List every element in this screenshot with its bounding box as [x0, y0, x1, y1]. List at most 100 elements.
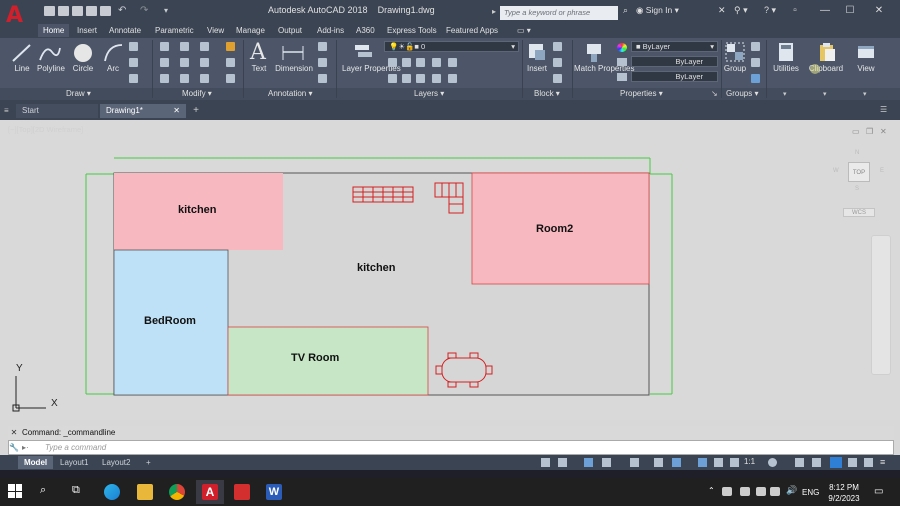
tab-annotate[interactable]: Annotate	[104, 24, 146, 37]
calculator-icon[interactable]	[777, 42, 795, 62]
units-icon[interactable]	[812, 458, 821, 467]
layer-tool-icon[interactable]	[416, 74, 425, 83]
rotate-icon[interactable]	[180, 42, 189, 51]
word-icon[interactable]: W	[266, 484, 282, 500]
clean-screen-icon[interactable]	[864, 458, 873, 467]
lineweight-toggle-icon[interactable]	[672, 458, 681, 467]
osnap-toggle-icon[interactable]	[630, 458, 639, 467]
undo-icon[interactable]: ↶	[118, 6, 129, 16]
view-label[interactable]: View	[854, 64, 878, 73]
tab-featured-apps[interactable]: Featured Apps	[441, 24, 503, 37]
save-as-icon[interactable]	[86, 6, 97, 16]
text-tool-label[interactable]: Text	[248, 64, 270, 73]
layer-dropdown[interactable]: 💡☀🔓■ 0 ▾	[384, 41, 519, 52]
save-icon[interactable]	[72, 6, 83, 16]
view-icon[interactable]	[856, 42, 876, 62]
battery-icon[interactable]	[770, 487, 780, 496]
layer-tool-icon[interactable]	[402, 58, 411, 67]
tab-model[interactable]: Model	[18, 456, 54, 469]
autoscale-icon[interactable]	[714, 458, 723, 467]
tab-parametric[interactable]: Parametric	[150, 24, 199, 37]
utilities-label[interactable]: Utilities	[770, 64, 802, 73]
dimension-tool-label[interactable]: Dimension	[272, 64, 316, 73]
group-edit-icon[interactable]	[751, 58, 760, 67]
clipboard-expand-icon[interactable]: ▾	[823, 90, 827, 98]
linetype-dropdown[interactable]: ByLayer	[631, 71, 718, 82]
create-block-icon[interactable]	[553, 42, 562, 51]
status-customize-icon[interactable]: ≡	[880, 457, 885, 467]
layer-tool-icon[interactable]	[448, 74, 457, 83]
layer-properties-icon[interactable]	[352, 42, 374, 62]
move-icon[interactable]	[160, 42, 169, 51]
tab-manage[interactable]: Manage	[231, 24, 270, 37]
language-indicator[interactable]: ENG	[802, 488, 819, 497]
annotation-visibility-icon[interactable]	[698, 458, 707, 467]
tray-app-icon[interactable]	[722, 487, 732, 496]
markup-icon[interactable]	[318, 74, 327, 83]
hatch-icon[interactable]	[129, 58, 138, 67]
file-tab-start[interactable]: Start	[16, 104, 98, 118]
new-file-icon[interactable]	[44, 6, 55, 16]
modify-group-label[interactable]: Modify ▾	[182, 89, 212, 98]
sign-in-button[interactable]: ◉ Sign In ▾	[636, 5, 679, 16]
autocad-taskbar-icon[interactable]: A	[202, 484, 218, 500]
array-icon[interactable]	[200, 74, 209, 83]
viewcube-north[interactable]: N	[855, 150, 859, 156]
leader-icon[interactable]	[318, 58, 327, 67]
annotation-group-label[interactable]: Annotation ▾	[268, 89, 313, 98]
properties-group-label[interactable]: Properties ▾	[620, 89, 663, 98]
region-icon[interactable]	[129, 74, 138, 83]
copy-icon[interactable]	[160, 58, 169, 67]
close-tab-icon[interactable]: ✕	[173, 104, 180, 118]
tab-home[interactable]: Home	[38, 24, 70, 37]
arc-tool-label[interactable]: Arc	[102, 64, 124, 73]
volume-icon[interactable]: 🔊	[786, 485, 797, 496]
stretch-icon[interactable]	[160, 74, 169, 83]
layer-tool-icon[interactable]	[432, 74, 441, 83]
scale-icon[interactable]	[180, 74, 189, 83]
tab-add-ins[interactable]: Add-ins	[312, 24, 349, 37]
layers-group-label[interactable]: Layers ▾	[414, 89, 444, 98]
account-icon[interactable]: ⚲ ▾	[734, 5, 748, 16]
offset-icon[interactable]	[226, 74, 235, 83]
binoculars-icon[interactable]: ⌕	[623, 5, 628, 16]
layer-tool-icon[interactable]	[432, 58, 441, 67]
tab-insert[interactable]: Insert	[72, 24, 102, 37]
annotation-scale-icon[interactable]	[730, 458, 739, 467]
viewcube-west[interactable]: W	[833, 168, 839, 174]
hardware-acceleration-icon[interactable]	[848, 458, 857, 467]
file-tabs-menu-icon[interactable]: ≡	[4, 106, 9, 115]
groups-group-label[interactable]: Groups ▾	[726, 89, 758, 98]
viewcube-east[interactable]: E	[880, 168, 884, 174]
tab-a360[interactable]: A360	[351, 24, 380, 37]
acrobat-icon[interactable]	[234, 484, 250, 500]
clipboard-icon[interactable]	[817, 42, 837, 62]
file-explorer-icon[interactable]	[137, 484, 153, 500]
workspace-gear-icon[interactable]	[768, 458, 777, 467]
chrome-browser-icon[interactable]	[169, 484, 185, 500]
maximize-window-icon[interactable]: ☐	[843, 4, 857, 18]
erase-icon[interactable]	[226, 42, 235, 51]
group-icon[interactable]	[725, 42, 745, 62]
exchange-icon[interactable]: ✕	[718, 5, 726, 16]
match-properties-icon[interactable]	[584, 42, 606, 64]
tab-output[interactable]: Output	[273, 24, 307, 37]
grid-toggle-icon[interactable]	[541, 458, 550, 467]
file-tab-overflow-icon[interactable]: ☰	[880, 105, 887, 114]
add-layout-icon[interactable]: +	[140, 456, 157, 469]
layer-tool-icon[interactable]	[402, 74, 411, 83]
ortho-toggle-icon[interactable]	[584, 458, 593, 467]
wcs-menu[interactable]: WCS	[843, 208, 875, 217]
explode-icon[interactable]	[226, 58, 235, 67]
lineweight-dropdown[interactable]: ByLayer	[631, 56, 718, 67]
insert-block-icon[interactable]	[527, 42, 547, 62]
block-group-label[interactable]: Block ▾	[534, 89, 560, 98]
color-dropdown[interactable]: ■ ByLayer ▾	[631, 41, 718, 52]
group-tool-label[interactable]: Group	[722, 64, 748, 73]
notifications-icon[interactable]: ▭	[874, 486, 883, 497]
edge-browser-icon[interactable]	[104, 484, 120, 500]
polyline-icon[interactable]	[38, 42, 62, 64]
layer-tool-icon[interactable]	[448, 58, 457, 67]
search-input[interactable]: Type a keyword or phrase	[500, 6, 618, 20]
layer-tool-icon[interactable]	[388, 74, 397, 83]
